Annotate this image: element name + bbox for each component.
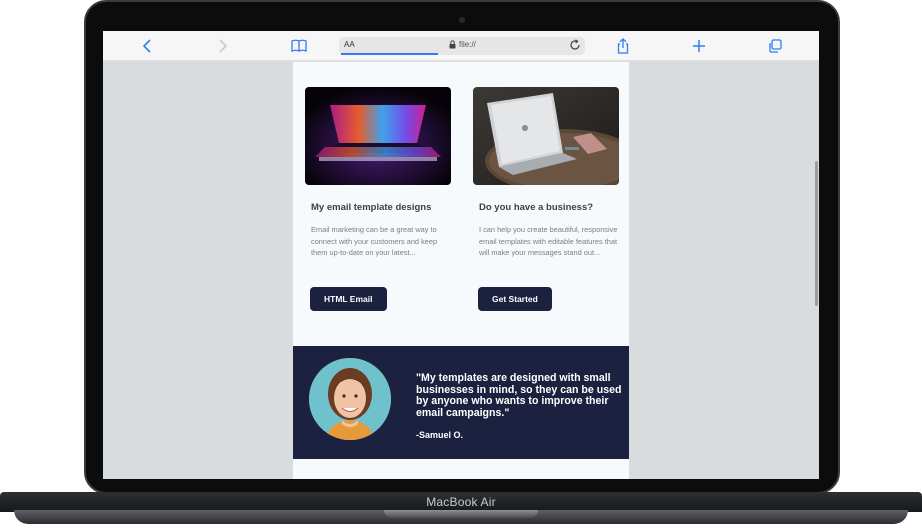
scrollbar[interactable] [815,161,818,306]
browser-screen: AA file:// My email template designs Ema… [103,31,819,479]
lock-icon [449,40,456,49]
device-brand-label: MacBook Air [426,495,496,509]
bookmarks-icon[interactable] [290,37,308,55]
share-icon[interactable] [614,37,632,55]
html-email-button[interactable]: HTML Email [310,287,387,311]
browser-toolbar: AA file:// [103,31,819,61]
webcam [459,17,465,23]
back-icon[interactable] [139,37,157,55]
card-title: My email template designs [311,202,432,213]
email-page: My email template designs Email marketin… [293,62,629,479]
laptop-neon-image [305,87,451,185]
card-description: I can help you create beautiful, respons… [479,225,618,257]
load-progress-bar [341,53,438,55]
get-started-button[interactable]: Get Started [478,287,552,311]
url-text: file:// [459,40,476,49]
tabs-icon[interactable] [766,37,784,55]
testimonial-author: -Samuel O. [416,430,464,440]
new-tab-icon[interactable] [690,37,708,55]
testimonial-quote: "My templates are designed with small bu… [416,372,622,419]
address-bar[interactable]: AA file:// [339,37,585,55]
card-email-designs: My email template designs Email marketin… [305,87,451,311]
text-size-button[interactable]: AA [344,40,355,49]
card-description: Email marketing can be a great way to co… [311,225,438,257]
card-business: Do you have a business? I can help you c… [473,87,619,311]
laptop-notch [384,510,538,518]
testimonial-section: "My templates are designed with small bu… [293,346,629,459]
avatar [309,358,391,440]
card-title: Do you have a business? [479,202,594,213]
laptop-table-image [473,87,619,185]
forward-icon[interactable] [213,37,231,55]
reload-icon[interactable] [569,39,581,51]
